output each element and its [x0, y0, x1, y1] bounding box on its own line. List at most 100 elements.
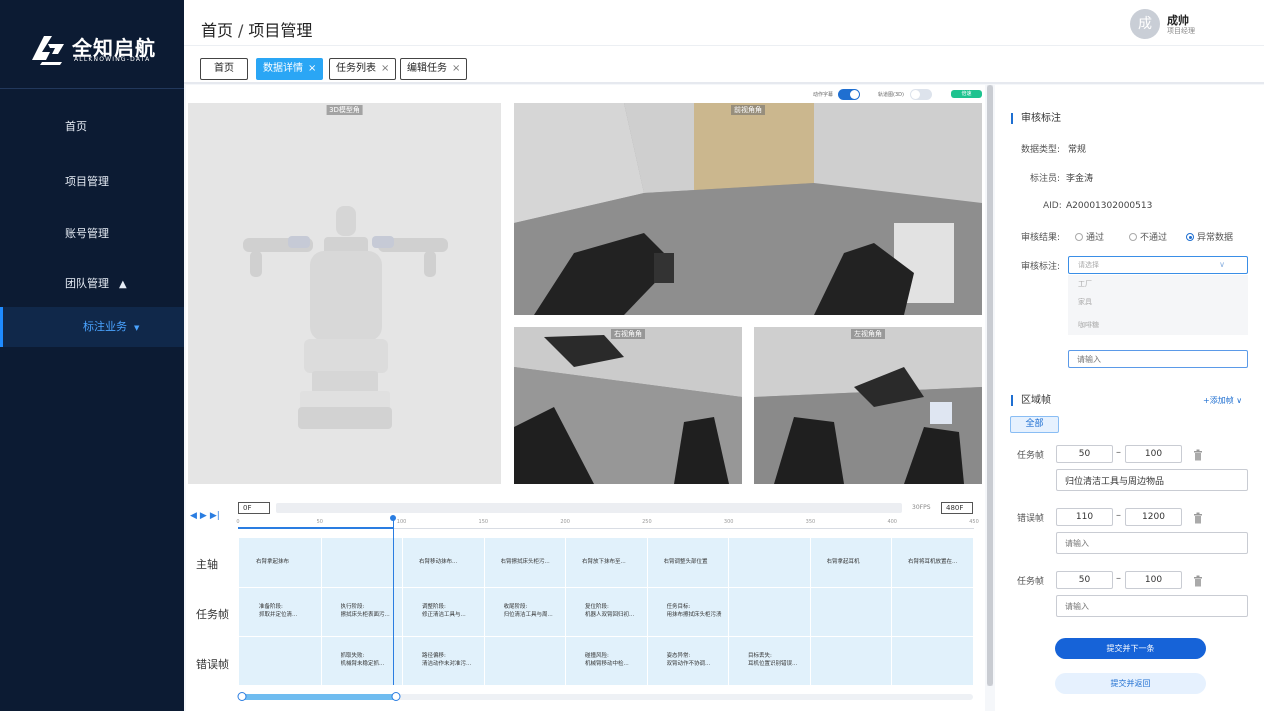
annotation-select[interactable]: 请选择 ∨ [1068, 256, 1248, 274]
task-frame-segment[interactable]: 准备阶段: 抓取并定位清... [259, 603, 317, 619]
add-frame-button[interactable]: +添加帧 ∨ [1203, 395, 1242, 406]
speed-badge[interactable]: 倍速 [951, 90, 982, 98]
submit-return-button[interactable]: 提交并返回 [1055, 673, 1206, 694]
radio-pass[interactable]: 通过 [1075, 230, 1104, 243]
dropdown-option[interactable]: 工厂 [1078, 279, 1092, 289]
logo: 全知启航 ALLKNOWING-DATA [28, 30, 168, 70]
play-icon[interactable]: ▶ [200, 511, 207, 521]
trash-icon[interactable] [1193, 512, 1203, 524]
left-camera-frame [754, 327, 982, 484]
sidebar-item-projects[interactable]: 项目管理 [0, 162, 184, 202]
trash-icon[interactable] [1193, 575, 1203, 587]
content-scrollbar[interactable] [987, 85, 993, 686]
current-frame-input[interactable]: 0F [238, 502, 270, 514]
main-segment[interactable]: 右臂将耳机放置在... [908, 558, 966, 566]
submit-next-button[interactable]: 提交并下一条 [1055, 638, 1206, 659]
frame-note-input[interactable] [1056, 532, 1248, 554]
radio-abnormal[interactable]: 异常数据 [1186, 230, 1233, 243]
sidebar-item-label: 标注业务 [83, 320, 127, 333]
frame-group-label: 任务帧 [1017, 451, 1045, 461]
main-segment[interactable]: 右臂拿起耳机 [827, 558, 885, 566]
grid-column-divider [565, 538, 566, 685]
main-segment[interactable]: 右臂放下抹布至... [582, 558, 640, 566]
range-slider[interactable] [237, 692, 973, 701]
close-icon[interactable]: × [452, 63, 460, 74]
scrollbar-thumb[interactable] [987, 85, 993, 686]
close-icon[interactable]: × [308, 63, 316, 74]
frame-note-input[interactable] [1056, 595, 1248, 617]
range-start-handle[interactable] [237, 692, 247, 701]
segment-text: 调整阶段: [422, 604, 446, 610]
error-frame-segment[interactable]: 目标丢失: 耳机位置识别错误... [748, 652, 806, 668]
segment-text: 任务目标: [666, 604, 691, 610]
tab-label: 任务列表 [336, 63, 376, 74]
error-frame-segment[interactable]: 碰撞风险: 机械臂移动中检... [585, 652, 643, 668]
avatar[interactable]: 成 [1130, 9, 1160, 39]
task-frame-segment[interactable]: 任务目标: 用抹布擦拭床头柜污渍 [667, 603, 725, 619]
task-frame-segment[interactable]: 执行阶段: 擦拭床头柜表面污... [341, 603, 399, 619]
main-segment[interactable]: 右臂调整头部位置 [664, 558, 722, 566]
chevron-down-icon: ∨ [1236, 396, 1243, 405]
right-camera-view[interactable]: 右视角角 [514, 327, 742, 484]
close-icon[interactable]: × [381, 63, 389, 74]
segment-text: 姿态异常: [666, 653, 691, 659]
main-segment[interactable]: 右臂擦拭床头柜污... [501, 558, 559, 566]
tab-home[interactable]: 首页 [200, 58, 248, 80]
tab-bar: 首页 数据详情 × 任务列表 × 编辑任务 × [184, 46, 1264, 84]
left-camera-view[interactable]: 左视角角 [754, 327, 982, 484]
trash-icon[interactable] [1193, 449, 1203, 461]
radio-dot [1129, 233, 1137, 241]
frame-note-input[interactable] [1056, 469, 1248, 491]
tab-data-detail[interactable]: 数据详情 × [256, 58, 324, 80]
frame-start-input[interactable]: 110 [1056, 508, 1113, 526]
sidebar-item-label: 项目管理 [65, 175, 109, 188]
grid-column-divider [646, 538, 648, 685]
timeline-cursor-handle[interactable] [390, 515, 397, 521]
sidebar: 全知启航 ALLKNOWING-DATA 首页 项目管理 账号管理 团队管理 ▲ … [0, 0, 184, 711]
error-frame-segment[interactable]: 抓取失败: 机械臂未稳定抓... [341, 652, 399, 668]
sidebar-item-teams[interactable]: 团队管理 ▲ [0, 264, 184, 304]
frame-end-input[interactable]: 100 [1125, 445, 1182, 463]
frame-start-input[interactable]: 50 [1056, 571, 1113, 589]
sidebar-item-annotation[interactable]: 标注业务 ▼ [0, 307, 184, 347]
task-frame-segment[interactable]: 收尾阶段: 归位清洁工具与周... [504, 603, 562, 619]
ruler-tick-label: 400 [887, 519, 897, 525]
view-label: 左视角角 [851, 329, 885, 339]
segment-text: 右臂拿起耳机 [826, 559, 860, 565]
error-frame-segment[interactable]: 姿态异常: 双臂动作不协调... [667, 652, 725, 668]
main-segment[interactable]: 右臂移动抹布... [419, 558, 477, 566]
frame-start-input[interactable]: 50 [1056, 445, 1113, 463]
step-forward-icon[interactable]: ▶| [210, 511, 220, 521]
tab-edit-task[interactable]: 编辑任务 × [400, 58, 468, 80]
aid-label: AID: [1043, 201, 1062, 211]
total-frames-box: 480F [941, 502, 973, 514]
dropdown-option[interactable]: 咖啡糖 [1078, 320, 1099, 330]
subtitle-toggle[interactable] [838, 89, 860, 100]
playback-track[interactable] [276, 503, 902, 513]
annotation-note-input[interactable] [1068, 350, 1248, 368]
main-segment[interactable]: 右臂拿起抹布 [256, 558, 314, 566]
step-back-icon[interactable]: ◀ [190, 511, 197, 521]
error-frame-segment[interactable]: 路径偏移: 清洁动作未对准污... [422, 652, 480, 668]
radio-label: 通过 [1086, 233, 1105, 243]
radio-fail[interactable]: 不通过 [1129, 230, 1167, 243]
breadcrumb-home[interactable]: 首页 [201, 21, 233, 40]
task-frame-segment[interactable]: 复位阶段: 机器人双臂回归初... [585, 603, 643, 619]
review-section-title: 审核标注 [1011, 113, 1061, 124]
all-frames-button[interactable]: 全部 [1010, 416, 1059, 433]
sidebar-item-accounts[interactable]: 账号管理 [0, 214, 184, 254]
segment-text: 机器人双臂回归初... [585, 612, 635, 618]
tab-task-list[interactable]: 任务列表 × [329, 58, 397, 80]
model-view[interactable]: 3D模型角 [188, 103, 501, 484]
robot-model-icon [188, 103, 501, 484]
grid-column-divider [320, 538, 322, 685]
sidebar-item-home[interactable]: 首页 [0, 107, 184, 147]
frame-end-input[interactable]: 1200 [1125, 508, 1182, 526]
dropdown-option[interactable]: 家具 [1078, 297, 1092, 307]
trajectory-toggle[interactable] [910, 89, 932, 100]
range-end-handle[interactable] [391, 692, 401, 701]
front-camera-view[interactable]: 前视角角 [514, 103, 982, 315]
viewer: 动作字幕 轨道图(3D) 倍速 3D模型角 前视角角 右视角角 左视角角 [186, 85, 985, 490]
task-frame-segment[interactable]: 调整阶段: 修正清洁工具与... [422, 603, 480, 619]
frame-end-input[interactable]: 100 [1125, 571, 1182, 589]
